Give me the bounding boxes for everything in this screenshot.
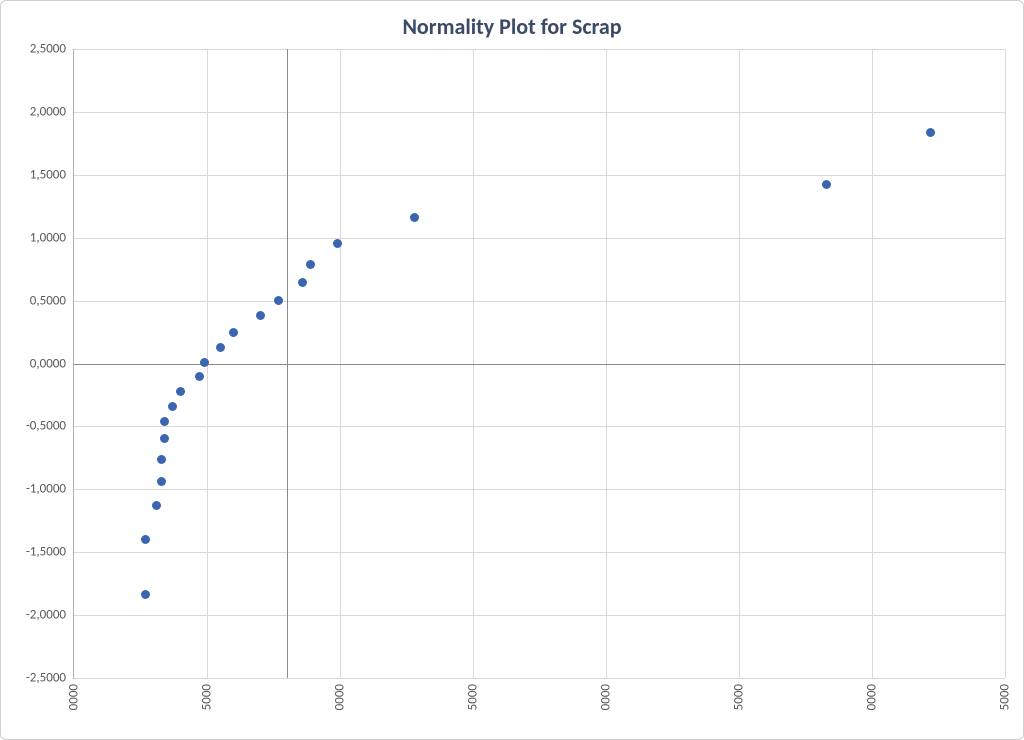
data-point <box>157 455 166 464</box>
x-tick-label: 5000 <box>466 684 481 710</box>
data-point <box>160 417 169 426</box>
data-point <box>926 128 935 137</box>
y-tick-label: -0,5000 <box>4 419 66 434</box>
gridline-horizontal <box>74 426 1005 427</box>
gridline-horizontal <box>74 489 1005 490</box>
data-point <box>256 311 265 320</box>
y-tick-label: 2,5000 <box>4 42 66 57</box>
y-tick-label: 1,0000 <box>4 230 66 245</box>
data-point <box>157 477 166 486</box>
x-tick-label: 5000 <box>998 684 1013 710</box>
x-tick-label: 5000 <box>732 684 747 710</box>
y-tick-label: -1,0000 <box>4 482 66 497</box>
x-axis-line <box>74 364 1005 365</box>
data-point <box>216 343 225 352</box>
y-tick-label: -2,5000 <box>4 671 66 686</box>
chart-frame: Normality Plot for Scrap -2,5000-2,0000-… <box>0 0 1024 740</box>
data-point <box>195 372 204 381</box>
data-point <box>298 278 307 287</box>
gridline-horizontal <box>74 301 1005 302</box>
y-tick-label: 1,5000 <box>4 167 66 182</box>
data-point <box>306 260 315 269</box>
plot-area: -2,5000-2,0000-1,5000-1,0000-0,50000,000… <box>73 49 1005 679</box>
data-point <box>141 590 150 599</box>
gridline-horizontal <box>74 552 1005 553</box>
data-point <box>168 402 177 411</box>
chart-title: Normality Plot for Scrap <box>1 13 1023 40</box>
data-point <box>141 535 150 544</box>
gridline-horizontal <box>74 678 1005 679</box>
data-point <box>274 296 283 305</box>
y-tick-label: 0,0000 <box>4 356 66 371</box>
data-point <box>229 328 238 337</box>
x-tick-label: 5000 <box>200 684 215 710</box>
y-tick-label: -2,0000 <box>4 608 66 623</box>
x-tick-label: 0000 <box>67 684 82 710</box>
y-axis-line <box>287 49 288 678</box>
gridline-horizontal <box>74 615 1005 616</box>
data-point <box>410 213 419 222</box>
gridline-horizontal <box>74 49 1005 50</box>
gridline-vertical <box>1005 49 1006 678</box>
data-point <box>822 180 831 189</box>
data-point <box>160 434 169 443</box>
gridline-horizontal <box>74 238 1005 239</box>
x-tick-label: 0000 <box>333 684 348 710</box>
y-tick-label: -1,5000 <box>4 545 66 560</box>
gridline-horizontal <box>74 175 1005 176</box>
x-tick-label: 0000 <box>865 684 880 710</box>
data-point <box>176 387 185 396</box>
gridline-horizontal <box>74 112 1005 113</box>
data-point <box>200 358 209 367</box>
data-point <box>152 501 161 510</box>
x-tick-label: 0000 <box>599 684 614 710</box>
y-tick-label: 0,5000 <box>4 293 66 308</box>
y-tick-label: 2,0000 <box>4 104 66 119</box>
